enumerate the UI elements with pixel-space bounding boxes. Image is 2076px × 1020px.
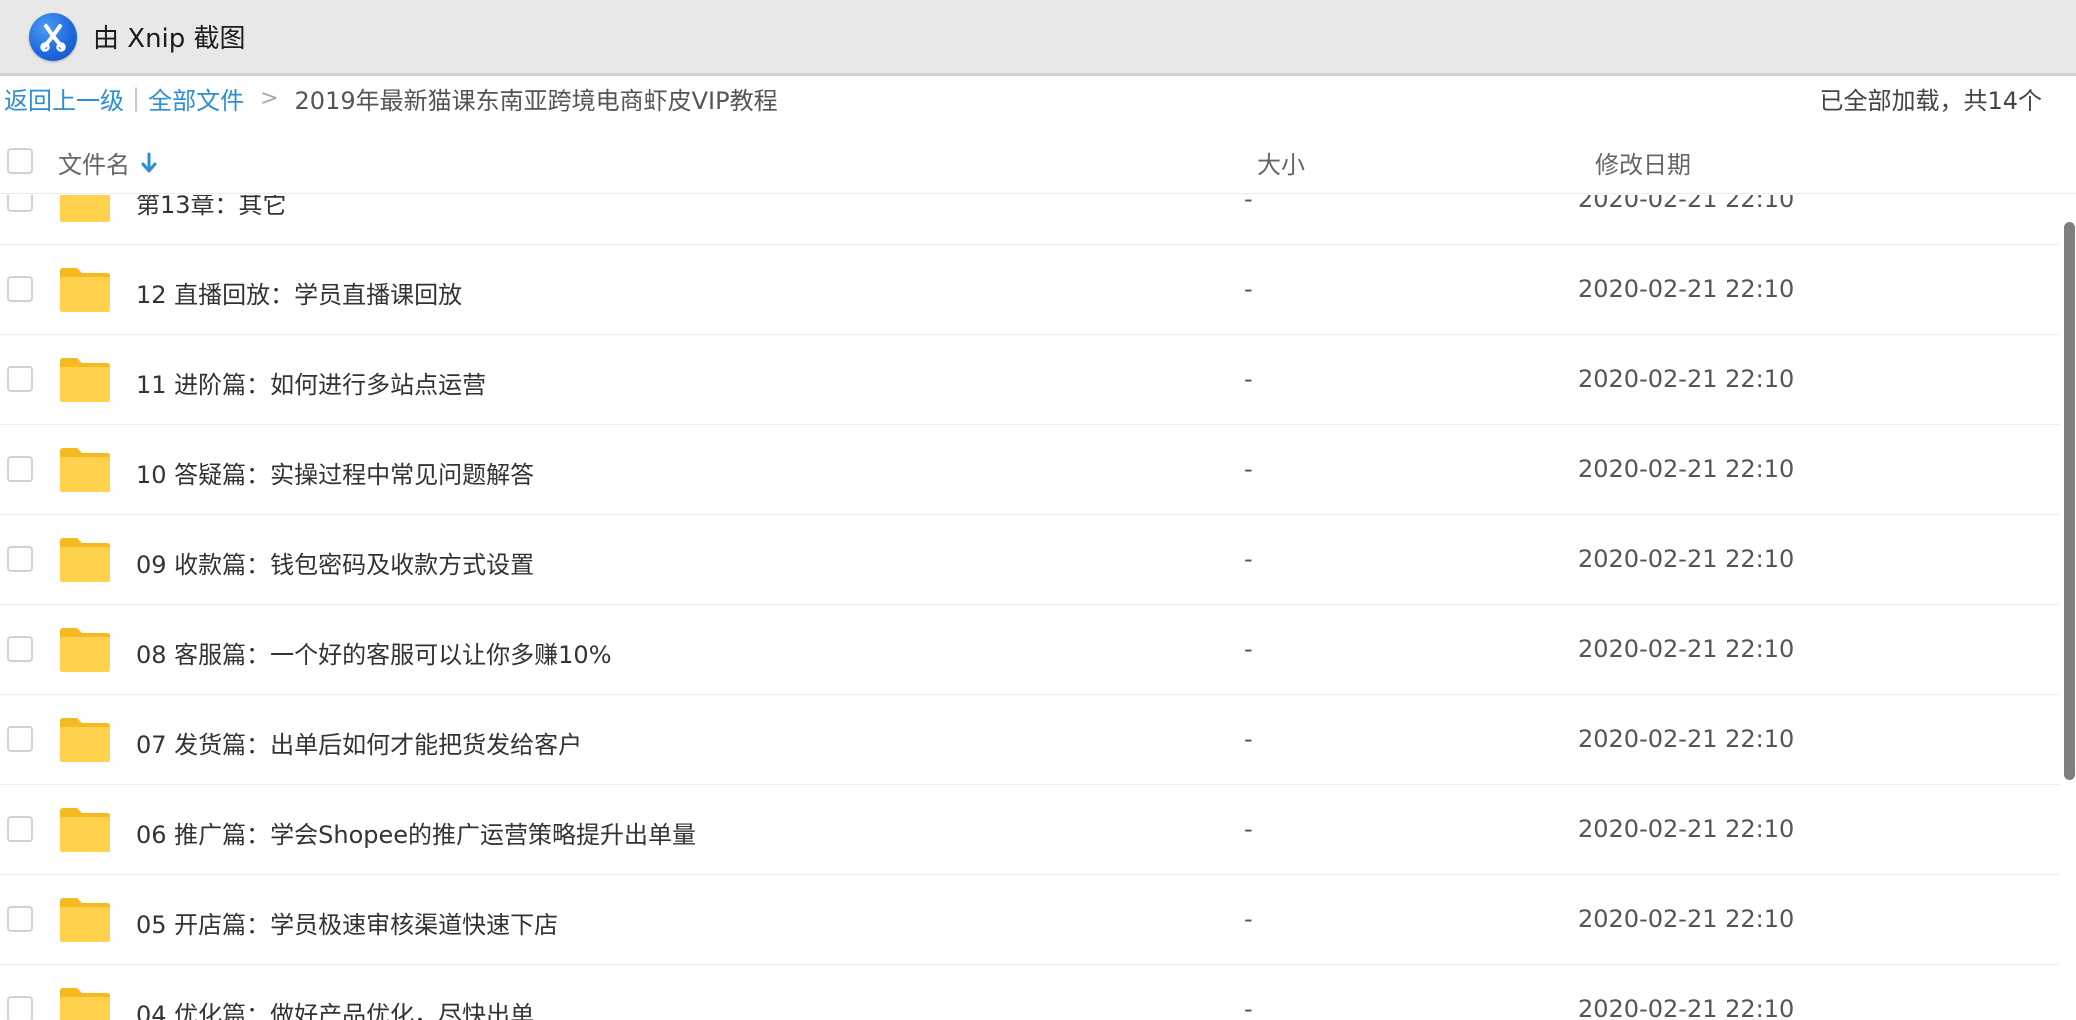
file-date: 2020-02-21 22:10 [1578, 455, 1795, 483]
arrow-down-icon [141, 152, 157, 172]
table-header: 文件名 大小 修改日期 [0, 130, 2076, 194]
breadcrumb-arrow: > [260, 85, 279, 111]
row-checkbox[interactable] [7, 456, 33, 482]
file-date: 2020-02-21 22:10 [1578, 545, 1795, 573]
select-all-checkbox[interactable] [7, 148, 33, 174]
folder-icon [60, 808, 110, 852]
folder-icon [60, 358, 110, 402]
table-row[interactable]: 08 客服篇：一个好的客服可以让你多赚10% - 2020-02-21 22:1… [0, 605, 2060, 695]
folder-icon [60, 898, 110, 942]
row-checkbox[interactable] [7, 816, 33, 842]
table-row[interactable]: 09 收款篇：钱包密码及收款方式设置 - 2020-02-21 22:10 [0, 515, 2060, 605]
current-folder-label: 2019年最新猫课东南亚跨境电商虾皮VIP教程 [294, 86, 778, 115]
app-title: 由 Xnip 截图 [93, 24, 246, 54]
row-checkbox[interactable] [7, 726, 33, 752]
row-checkbox[interactable] [7, 906, 33, 932]
table-row[interactable]: 11 进阶篇：如何进行多站点运营 - 2020-02-21 22:10 [0, 335, 2060, 425]
folder-icon [60, 988, 110, 1020]
breadcrumb-separator: | [132, 84, 141, 112]
row-checkbox[interactable] [7, 366, 33, 392]
row-checkbox[interactable] [7, 546, 33, 572]
column-header-modified[interactable]: 修改日期 [1595, 145, 1691, 180]
load-status: 已全部加载，共14个 [1819, 86, 2042, 115]
file-size: - [1244, 725, 1253, 753]
file-size: - [1244, 275, 1253, 303]
xnip-app-icon [29, 12, 77, 61]
file-size: - [1244, 635, 1253, 663]
file-date: 2020-02-21 22:10 [1578, 365, 1795, 393]
folder-icon [60, 268, 110, 312]
column-header-size[interactable]: 大小 [1257, 145, 1305, 180]
file-size: - [1244, 905, 1253, 933]
table-row[interactable]: 05 开店篇：学员极速审核渠道快速下店 - 2020-02-21 22:10 [0, 875, 2060, 965]
file-name[interactable]: 12 直播回放：学员直播课回放 [136, 275, 462, 310]
row-checkbox[interactable] [7, 636, 33, 662]
file-name[interactable]: 06 推广篇：学会Shopee的推广运营策略提升出单量 [136, 815, 696, 850]
file-name[interactable]: 05 开店篇：学员极速审核渠道快速下店 [136, 905, 558, 940]
folder-icon [60, 628, 110, 672]
file-size: - [1244, 815, 1253, 843]
table-row[interactable]: 第13章：其它 - 2020-02-21 22:10 [0, 195, 2060, 245]
file-size: - [1244, 995, 1253, 1020]
folder-icon [60, 448, 110, 492]
scrollbar-thumb[interactable] [2064, 222, 2075, 780]
row-checkbox[interactable] [7, 195, 33, 212]
file-name[interactable]: 09 收款篇：钱包密码及收款方式设置 [136, 545, 534, 580]
file-date: 2020-02-21 22:10 [1578, 905, 1795, 933]
row-checkbox[interactable] [7, 276, 33, 302]
file-name[interactable]: 08 客服篇：一个好的客服可以让你多赚10% [136, 635, 612, 670]
file-name[interactable]: 07 发货篇：出单后如何才能把货发给客户 [136, 725, 582, 760]
folder-icon [60, 195, 110, 222]
file-size: - [1244, 365, 1253, 393]
file-date: 2020-02-21 22:10 [1578, 995, 1795, 1020]
table-row[interactable]: 10 答疑篇：实操过程中常见问题解答 - 2020-02-21 22:10 [0, 425, 2060, 515]
file-date: 2020-02-21 22:10 [1578, 635, 1795, 663]
all-files-link[interactable]: 全部文件 [148, 81, 244, 116]
folder-icon [60, 718, 110, 762]
file-name[interactable]: 04 优化篇：做好产品优化，尽快出单 [136, 995, 534, 1020]
file-size: - [1244, 455, 1253, 483]
column-header-name-label: 文件名 [58, 151, 130, 179]
file-size: - [1244, 195, 1253, 213]
title-bar: 由 Xnip 截图 [0, 0, 2076, 76]
file-date: 2020-02-21 22:10 [1578, 815, 1795, 843]
table-row[interactable]: 12 直播回放：学员直播课回放 - 2020-02-21 22:10 [0, 245, 2060, 335]
folder-icon [60, 538, 110, 582]
column-header-name[interactable]: 文件名 [58, 145, 158, 180]
table-row[interactable]: 06 推广篇：学会Shopee的推广运营策略提升出单量 - 2020-02-21… [0, 785, 2060, 875]
table-row[interactable]: 04 优化篇：做好产品优化，尽快出单 - 2020-02-21 22:10 [0, 965, 2060, 1020]
file-date: 2020-02-21 22:10 [1578, 195, 1795, 213]
file-date: 2020-02-21 22:10 [1578, 725, 1795, 753]
file-name[interactable]: 10 答疑篇：实操过程中常见问题解答 [136, 455, 534, 490]
file-list: 第13章：其它 - 2020-02-21 22:10 12 直播回放：学员直播课… [0, 195, 2076, 1020]
file-date: 2020-02-21 22:10 [1578, 275, 1795, 303]
breadcrumb: 返回上一级 | 全部文件 > 2019年最新猫课东南亚跨境电商虾皮VIP教程 已… [0, 76, 2076, 120]
file-name[interactable]: 第13章：其它 [136, 195, 287, 220]
file-size: - [1244, 545, 1253, 573]
table-row[interactable]: 07 发货篇：出单后如何才能把货发给客户 - 2020-02-21 22:10 [0, 695, 2060, 785]
file-name[interactable]: 11 进阶篇：如何进行多站点运营 [136, 365, 486, 400]
back-link[interactable]: 返回上一级 [4, 81, 124, 116]
row-checkbox[interactable] [7, 996, 33, 1020]
